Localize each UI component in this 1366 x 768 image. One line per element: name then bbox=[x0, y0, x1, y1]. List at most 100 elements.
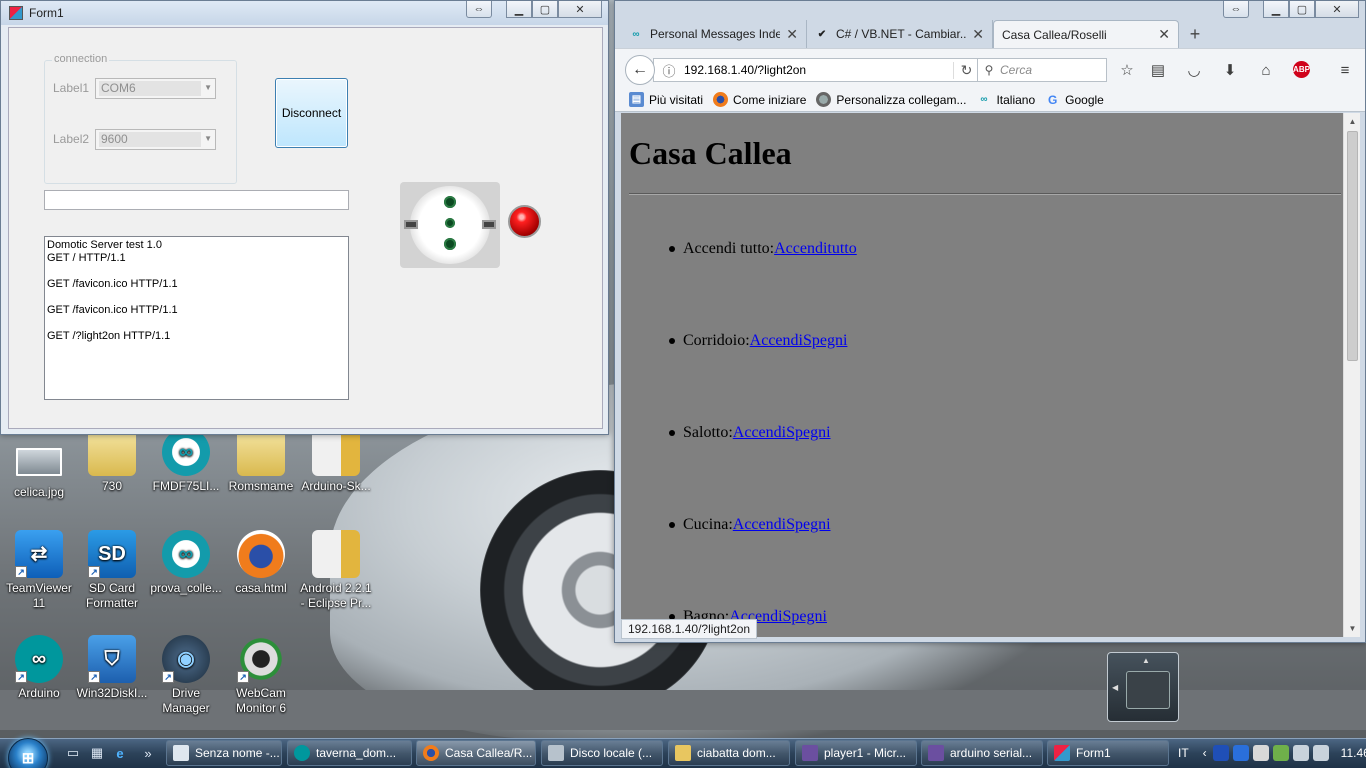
network-app-icon[interactable] bbox=[1232, 745, 1249, 761]
desktop-icon-730[interactable]: 730 bbox=[73, 428, 151, 494]
device-icon[interactable] bbox=[1252, 745, 1269, 761]
desktop-icon-romsmame[interactable]: Romsmame bbox=[222, 428, 300, 494]
shortcut-arrow-icon: ↗ bbox=[15, 566, 27, 578]
desktop-icon-sd-card-formatter[interactable]: SD ↗ SD Card Formatter bbox=[73, 530, 151, 611]
minimize-button[interactable]: ▁ bbox=[1263, 1, 1289, 18]
scroll-up-icon[interactable]: ▲ bbox=[1344, 113, 1361, 130]
back-button[interactable]: ← bbox=[625, 55, 655, 85]
desktop-icon-drive-manager[interactable]: ◉ ↗ Drive Manager bbox=[147, 635, 225, 716]
desktop-icon-fmdf75li[interactable]: ∞ FMDF75LI... bbox=[147, 428, 225, 494]
taskbar-button-visual-studio-player[interactable]: player1 - Micr... bbox=[795, 740, 917, 766]
desktop-icon-android-eclipse[interactable]: Android 2.2.1 - Eclipse Pr... bbox=[297, 530, 375, 611]
bookmark-piu-visitati[interactable]: ▤ Più visitati bbox=[629, 92, 703, 107]
port-value: COM6 bbox=[99, 81, 201, 96]
port-combobox[interactable]: COM6 ▼ bbox=[95, 78, 216, 99]
resize-arrows-icon[interactable]: ⇔ bbox=[1223, 1, 1249, 18]
language-indicator[interactable]: IT bbox=[1178, 746, 1189, 760]
search-input[interactable]: ⚲ Cerca bbox=[977, 58, 1107, 82]
power-icon[interactable] bbox=[1272, 745, 1289, 761]
network-icon[interactable] bbox=[1292, 745, 1309, 761]
taskbar-button-local-disk[interactable]: Disco locale (... bbox=[541, 740, 663, 766]
taskbar-button-arduino[interactable]: taverna_dom... bbox=[287, 740, 412, 766]
scrollbar-thumb[interactable] bbox=[1347, 131, 1358, 361]
touch-keyboard-flyout[interactable]: ▲ ◀ bbox=[1107, 652, 1179, 722]
divider bbox=[629, 193, 1341, 195]
new-tab-button[interactable]: + bbox=[1179, 20, 1211, 48]
maximize-button[interactable]: ▢ bbox=[1289, 1, 1315, 18]
socket-lug bbox=[482, 220, 496, 229]
desktop-icon-arduino[interactable]: ∞ ↗ Arduino bbox=[0, 635, 78, 701]
desktop-icon-arduino-sketch[interactable]: Arduino-Sk... bbox=[297, 428, 375, 494]
quicklaunch-overflow-icon[interactable]: » bbox=[138, 743, 158, 763]
taskbar-button-firefox[interactable]: Casa Callea/R... bbox=[416, 740, 536, 766]
shortcut-arrow-icon: ↗ bbox=[162, 671, 174, 683]
close-tab-icon[interactable]: ✕ bbox=[1158, 26, 1170, 43]
close-button[interactable]: ✕ bbox=[1315, 1, 1359, 18]
vertical-scrollbar[interactable]: ▲ ▼ bbox=[1343, 113, 1360, 637]
bookmark-italiano[interactable]: ∞ Italiano bbox=[976, 92, 1035, 107]
chevron-down-icon[interactable]: ▼ bbox=[204, 83, 212, 92]
accenditutto-link[interactable]: Accenditutto bbox=[774, 240, 857, 258]
clock[interactable]: 11.46 bbox=[1341, 746, 1366, 760]
desktop-icon-win32diskimager[interactable]: ⛉ ↗ Win32DiskI... bbox=[73, 635, 151, 701]
firefox-icon bbox=[237, 530, 285, 578]
command-textbox[interactable] bbox=[44, 190, 349, 210]
chevron-down-icon[interactable]: ▼ bbox=[204, 134, 212, 143]
show-hidden-icons-icon[interactable]: ‹ bbox=[1203, 746, 1207, 760]
resize-arrows-icon[interactable]: ⇔ bbox=[466, 1, 492, 18]
pocket-icon[interactable]: ◡ bbox=[1182, 59, 1206, 81]
info-icon[interactable]: ⓘ bbox=[654, 61, 684, 80]
desktop-icon-teamviewer[interactable]: ⇄ ↗ TeamViewer 11 bbox=[0, 530, 78, 611]
bookmark-personalizza[interactable]: Personalizza collegam... bbox=[816, 92, 966, 107]
salotto-link[interactable]: AccendiSpegni bbox=[733, 424, 831, 442]
bookmark-label: Come iniziare bbox=[733, 92, 807, 107]
url-bar[interactable]: ⓘ 192.168.1.40/?light2on ↻ bbox=[653, 58, 980, 82]
tab-casa-callea[interactable]: Casa Callea/Roselli ✕ bbox=[993, 20, 1179, 48]
taskbar-label: Casa Callea/R... bbox=[445, 746, 533, 760]
bookmark-label: Italiano bbox=[996, 92, 1036, 107]
bookmark-come-iniziare[interactable]: Come iniziare bbox=[713, 92, 806, 107]
volume-icon[interactable] bbox=[1312, 745, 1329, 761]
internet-explorer-icon[interactable]: e bbox=[110, 743, 130, 763]
reload-icon[interactable]: ↻ bbox=[953, 61, 979, 79]
corridoio-link[interactable]: AccendiSpegni bbox=[750, 332, 848, 350]
close-tab-icon[interactable]: ✕ bbox=[972, 26, 984, 43]
bookmark-google[interactable]: G Google bbox=[1045, 92, 1104, 107]
tab-csharp-vbnet[interactable]: ✔ C# / VB.NET - Cambiar... ✕ bbox=[807, 20, 993, 48]
desktop-icon-casa-html[interactable]: casa.html bbox=[222, 530, 300, 596]
reading-list-icon[interactable]: ▤ bbox=[1146, 59, 1170, 81]
desktop-icon-label: Arduino bbox=[18, 686, 60, 700]
desktop-icon-prova-colle[interactable]: ∞ prova_colle... bbox=[147, 530, 225, 596]
desktop-icon-webcam-monitor[interactable]: ↗ WebCam Monitor 6 bbox=[222, 635, 300, 716]
adblock-plus-icon[interactable]: ABP bbox=[1293, 61, 1310, 78]
bookmark-star-icon[interactable]: ☆ bbox=[1115, 59, 1139, 81]
tab-personal-messages[interactable]: ∞ Personal Messages Index ✕ bbox=[621, 20, 807, 48]
close-button[interactable]: ✕ bbox=[558, 1, 602, 18]
desktop-icon-label: Android 2.2.1 - Eclipse Pr... bbox=[300, 581, 372, 610]
baud-combobox[interactable]: 9600 ▼ bbox=[95, 129, 216, 150]
maximize-button[interactable]: ▢ bbox=[532, 1, 558, 18]
item-label: Salotto: bbox=[683, 424, 733, 441]
minimize-button[interactable]: ▁ bbox=[506, 1, 532, 18]
download-icon[interactable]: ⬇ bbox=[1218, 59, 1242, 81]
show-desktop-icon[interactable]: ▭ bbox=[63, 743, 83, 763]
menu-icon[interactable]: ≡ bbox=[1333, 59, 1357, 81]
disconnect-button[interactable]: Disconnect bbox=[275, 78, 348, 148]
label2: Label2 bbox=[53, 132, 90, 146]
log-textarea[interactable]: Domotic Server test 1.0 GET / HTTP/1.1 G… bbox=[44, 236, 349, 400]
sd-card-icon: SD ↗ bbox=[88, 530, 136, 578]
home-icon[interactable]: ⌂ bbox=[1254, 59, 1278, 81]
bluetooth-icon[interactable] bbox=[1212, 745, 1229, 761]
taskbar-button-notepad[interactable]: Senza nome -... bbox=[166, 740, 282, 766]
bookmark-label: Google bbox=[1065, 92, 1104, 107]
taskbar-button-folder[interactable]: ciabatta dom... bbox=[668, 740, 790, 766]
close-tab-icon[interactable]: ✕ bbox=[786, 26, 798, 43]
system-tray: IT ‹ 11.46 bbox=[1178, 738, 1366, 768]
taskbar-button-visual-studio-serial[interactable]: arduino serial... bbox=[921, 740, 1043, 766]
power-socket-image[interactable] bbox=[400, 182, 500, 268]
scroll-down-icon[interactable]: ▼ bbox=[1344, 620, 1361, 637]
taskbar-button-form1[interactable]: Form1 bbox=[1047, 740, 1169, 766]
explorer-icon[interactable]: ▦ bbox=[87, 743, 107, 763]
desktop-icon-celica[interactable]: celica.jpg bbox=[0, 438, 78, 500]
cucina-link[interactable]: AccendiSpegni bbox=[733, 516, 831, 534]
